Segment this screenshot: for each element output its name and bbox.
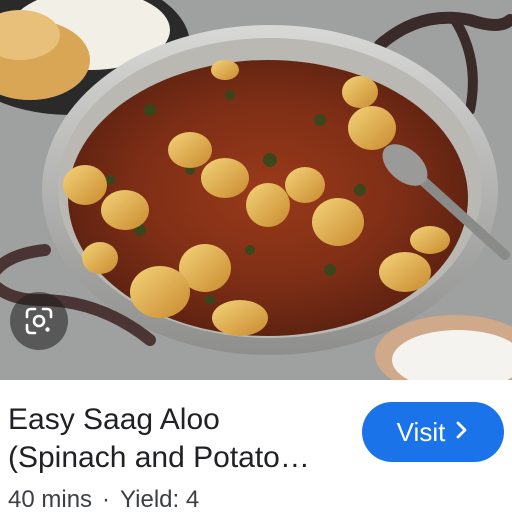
meta-separator: · — [102, 486, 111, 513]
visit-button[interactable]: Visit — [362, 402, 504, 462]
cook-time: 40 mins — [8, 486, 93, 513]
google-lens-button[interactable] — [10, 292, 68, 350]
recipe-title[interactable]: Easy Saag Aloo (Spinach and Potato… — [8, 401, 358, 477]
recipe-title-line1: Easy Saag Aloo — [8, 403, 220, 436]
recipe-title-line2: (Spinach and Potato… — [8, 441, 310, 474]
recipe-meta: 40 mins · Yield: 4 — [8, 486, 199, 514]
recipe-yield: Yield: 4 — [120, 486, 200, 513]
recipe-image — [0, 0, 512, 380]
recipe-photo[interactable] — [0, 0, 512, 380]
google-lens-icon — [25, 307, 53, 335]
visit-label: Visit — [396, 416, 446, 447]
chevron-right-icon — [455, 420, 469, 444]
